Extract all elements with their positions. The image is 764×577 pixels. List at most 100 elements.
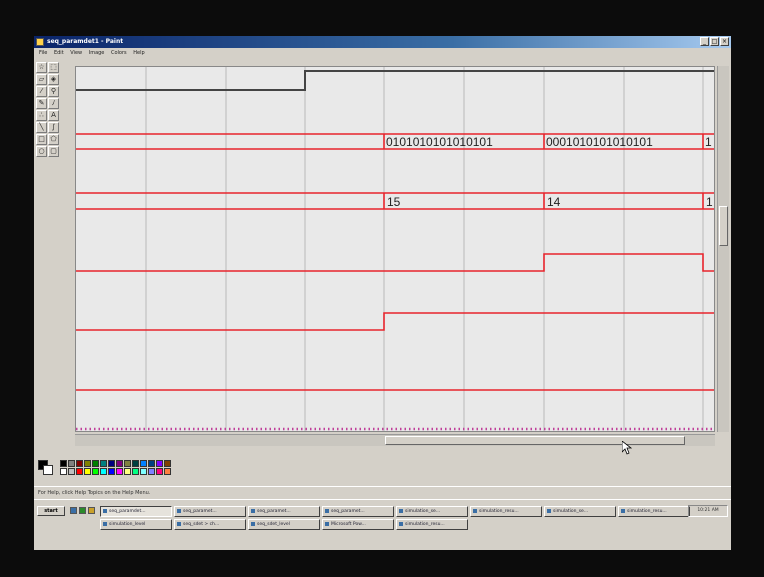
bus-a-value-1: 0101010101010101 bbox=[386, 135, 493, 149]
palette-color-swatch[interactable] bbox=[84, 468, 91, 475]
line-icon[interactable]: ╲ bbox=[36, 122, 47, 133]
background-color-swatch[interactable] bbox=[43, 465, 53, 475]
signal-trace-1 bbox=[76, 253, 714, 272]
select-icon[interactable]: ⬚ bbox=[48, 62, 59, 73]
status-text: For Help, click Help Topics on the Help … bbox=[38, 490, 151, 496]
palette-color-swatch[interactable] bbox=[100, 460, 107, 467]
bus-b-value-3: 1 bbox=[706, 195, 713, 209]
taskbar-button[interactable]: simulation_se... bbox=[544, 506, 616, 517]
horizontal-scrollbar[interactable] bbox=[75, 434, 715, 446]
menu-file[interactable]: File bbox=[39, 50, 47, 56]
palette-color-swatch[interactable] bbox=[76, 460, 83, 467]
palette-color-swatch[interactable] bbox=[156, 460, 163, 467]
rectangle-icon[interactable]: □ bbox=[36, 134, 47, 145]
magnifier-icon[interactable]: ⚲ bbox=[48, 86, 59, 97]
palette-color-swatch[interactable] bbox=[68, 460, 75, 467]
taskbar-button[interactable]: seq_sdet_level bbox=[248, 519, 320, 530]
menu-image[interactable]: Image bbox=[89, 50, 105, 56]
palette-color-swatch[interactable] bbox=[76, 468, 83, 475]
palette-color-swatch[interactable] bbox=[140, 468, 147, 475]
quicklaunch-browser-icon[interactable] bbox=[79, 507, 86, 514]
polygon-icon[interactable]: ⬠ bbox=[48, 134, 59, 145]
palette-color-swatch[interactable] bbox=[156, 468, 163, 475]
ellipse-icon[interactable]: ○ bbox=[36, 146, 47, 157]
vertical-scroll-thumb[interactable] bbox=[719, 206, 728, 246]
palette-color-swatch[interactable] bbox=[84, 460, 91, 467]
taskbar-button[interactable]: simulation_resu... bbox=[396, 519, 468, 530]
minimize-button[interactable]: _ bbox=[700, 37, 709, 46]
mouse-pointer-icon bbox=[622, 441, 632, 455]
brush-icon[interactable]: ﾉ bbox=[48, 98, 59, 109]
palette-color-swatch[interactable] bbox=[124, 460, 131, 467]
system-tray-clock: 10:21 AM bbox=[688, 505, 728, 517]
palette-color-swatch[interactable] bbox=[132, 460, 139, 467]
taskbar-button[interactable]: seq_sdet > ch... bbox=[174, 519, 246, 530]
palette-color-swatch[interactable] bbox=[124, 468, 131, 475]
palette-color-swatch[interactable] bbox=[116, 460, 123, 467]
taskbar-button[interactable]: Microsoft Pow... bbox=[322, 519, 394, 530]
free-select-icon[interactable]: ☆ bbox=[36, 62, 47, 73]
palette-color-swatch[interactable] bbox=[148, 460, 155, 467]
pick-color-icon[interactable]: ⁄ bbox=[36, 86, 47, 97]
maximize-button[interactable]: □ bbox=[710, 37, 719, 46]
palette-color-swatch[interactable] bbox=[92, 468, 99, 475]
quicklaunch-media-icon[interactable] bbox=[88, 507, 95, 514]
curve-icon[interactable]: ∫ bbox=[48, 122, 59, 133]
pencil-icon[interactable]: ✎ bbox=[36, 98, 47, 109]
close-button[interactable]: × bbox=[720, 37, 729, 46]
palette-color-swatch[interactable] bbox=[108, 460, 115, 467]
fill-icon[interactable]: ◈ bbox=[48, 74, 59, 85]
menu-bar: File Edit View Image Colors Help bbox=[34, 48, 731, 58]
drawing-canvas[interactable]: 0101010101010101 0001010101010101 1 15 1… bbox=[75, 66, 715, 432]
bus-a-value-2: 0001010101010101 bbox=[546, 135, 653, 149]
signal-trace-2 bbox=[76, 312, 714, 331]
taskbar: start seq_paramdet... seq_paramet... seq_p… bbox=[34, 499, 731, 550]
palette-color-swatch[interactable] bbox=[116, 468, 123, 475]
window-controls: _ □ × bbox=[700, 37, 729, 46]
airbrush-icon[interactable]: ∴ bbox=[36, 110, 47, 121]
gridlines bbox=[145, 67, 704, 431]
taskbar-button[interactable]: seq_paramet... bbox=[322, 506, 394, 517]
start-button[interactable]: start bbox=[37, 506, 65, 516]
status-bar: For Help, click Help Topics on the Help … bbox=[34, 486, 731, 499]
vertical-scrollbar[interactable] bbox=[717, 66, 729, 432]
palette-color-swatch[interactable] bbox=[148, 468, 155, 475]
eraser-icon[interactable]: ▱ bbox=[36, 74, 47, 85]
palette-color-swatch[interactable] bbox=[92, 460, 99, 467]
toolbox: ☆ ⬚ ▱ ◈ ⁄ ⚲ ✎ ﾉ ∴ A ╲ ∫ □ ⬠ ○ ▢ bbox=[36, 62, 64, 192]
menu-edit[interactable]: Edit bbox=[54, 50, 64, 56]
color-palette bbox=[38, 456, 238, 482]
rounded-rectangle-icon[interactable]: ▢ bbox=[48, 146, 59, 157]
palette-color-swatch[interactable] bbox=[108, 468, 115, 475]
quicklaunch-desktop-icon[interactable] bbox=[70, 507, 77, 514]
palette-color-swatch[interactable] bbox=[132, 468, 139, 475]
taskbar-button[interactable]: seq_paramet... bbox=[174, 506, 246, 517]
waveform-drawing: 0101010101010101 0001010101010101 1 15 1… bbox=[76, 67, 714, 431]
palette-color-swatch[interactable] bbox=[100, 468, 107, 475]
title-bar: seq_paramdet1 - Paint _ □ × bbox=[34, 36, 731, 48]
taskbar-button[interactable]: seq_paramdet... bbox=[100, 506, 172, 517]
palette-color-swatch[interactable] bbox=[60, 460, 67, 467]
bus-b-value-1: 15 bbox=[387, 195, 401, 209]
window-title: seq_paramdet1 - Paint bbox=[47, 38, 124, 45]
menu-view[interactable]: View bbox=[70, 50, 82, 56]
taskbar-button[interactable]: simulation_resu... bbox=[618, 506, 690, 517]
signal-trace-top bbox=[76, 70, 714, 91]
taskbar-button[interactable]: simulation_se... bbox=[396, 506, 468, 517]
palette-color-swatch[interactable] bbox=[60, 468, 67, 475]
text-icon[interactable]: A bbox=[48, 110, 59, 121]
menu-colors[interactable]: Colors bbox=[111, 50, 127, 56]
paint-app-icon bbox=[36, 38, 44, 46]
palette-color-swatch[interactable] bbox=[140, 460, 147, 467]
horizontal-scroll-thumb[interactable] bbox=[385, 436, 685, 445]
palette-color-swatch[interactable] bbox=[68, 468, 75, 475]
taskbar-button[interactable]: simulation_resu... bbox=[470, 506, 542, 517]
palette-color-swatch[interactable] bbox=[164, 460, 171, 467]
palette-color-swatch[interactable] bbox=[164, 468, 171, 475]
bus-b-value-2: 14 bbox=[547, 195, 561, 209]
taskbar-button[interactable]: simulation_level bbox=[100, 519, 172, 530]
taskbar-button[interactable]: seq_paramet... bbox=[248, 506, 320, 517]
desktop-screen: seq_paramdet1 - Paint _ □ × File Edit Vi… bbox=[34, 36, 731, 550]
menu-help[interactable]: Help bbox=[133, 50, 144, 56]
bus-a-value-3: 1 bbox=[705, 135, 712, 149]
